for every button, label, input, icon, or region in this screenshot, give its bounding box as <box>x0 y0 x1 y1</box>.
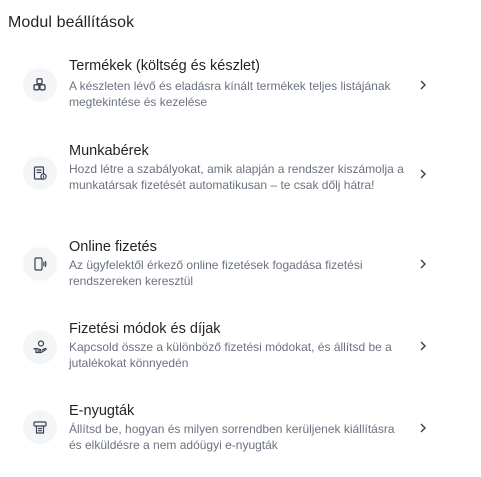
module-item-description: A készleten lévő és eladásra kínált term… <box>69 79 391 109</box>
contactless-phone-icon <box>23 247 57 281</box>
page-title: Modul beállítások <box>8 14 135 31</box>
module-item-description: Hozd létre a szabályokat, amik alapján a… <box>69 162 404 192</box>
payroll-icon <box>23 156 57 190</box>
module-item-payment-methods[interactable]: Fizetési módok és díjak Kapcsold össze a… <box>0 318 481 376</box>
receipt-printer-icon <box>23 410 57 444</box>
module-item-title: Termékek (költség és készlet) <box>69 58 260 74</box>
module-item-title: Online fizetés <box>69 239 157 255</box>
chevron-right-icon <box>417 78 429 90</box>
chevron-right-icon <box>417 339 429 351</box>
module-item-online-payment[interactable]: Online fizetés Az ügyfelektől érkező onl… <box>0 236 481 294</box>
module-item-description: Az ügyfelektől érkező online fizetések f… <box>69 258 363 288</box>
module-item-description: Állítsd be, hogyan és milyen sorrendben … <box>69 422 395 452</box>
module-item-payroll[interactable]: Munkabérek Hozd létre a szabályokat, ami… <box>0 138 481 210</box>
module-item-products[interactable]: Termékek (költség és készlet) A készlete… <box>0 56 481 114</box>
module-settings-page: Modul beállítások Termékek (költség és k… <box>0 0 481 477</box>
boxes-icon <box>23 68 57 102</box>
module-item-e-receipts[interactable]: E-nyugták Állítsd be, hogyan és milyen s… <box>0 400 481 458</box>
module-item-title: Munkabérek <box>69 143 149 159</box>
hand-coin-icon <box>23 330 57 364</box>
module-item-title: Fizetési módok és díjak <box>69 321 221 337</box>
chevron-right-icon <box>417 421 429 433</box>
module-item-description: Kapcsold össze a különböző fizetési módo… <box>69 340 392 370</box>
chevron-right-icon <box>417 167 429 179</box>
module-item-title: E-nyugták <box>69 403 135 419</box>
chevron-right-icon <box>417 257 429 269</box>
